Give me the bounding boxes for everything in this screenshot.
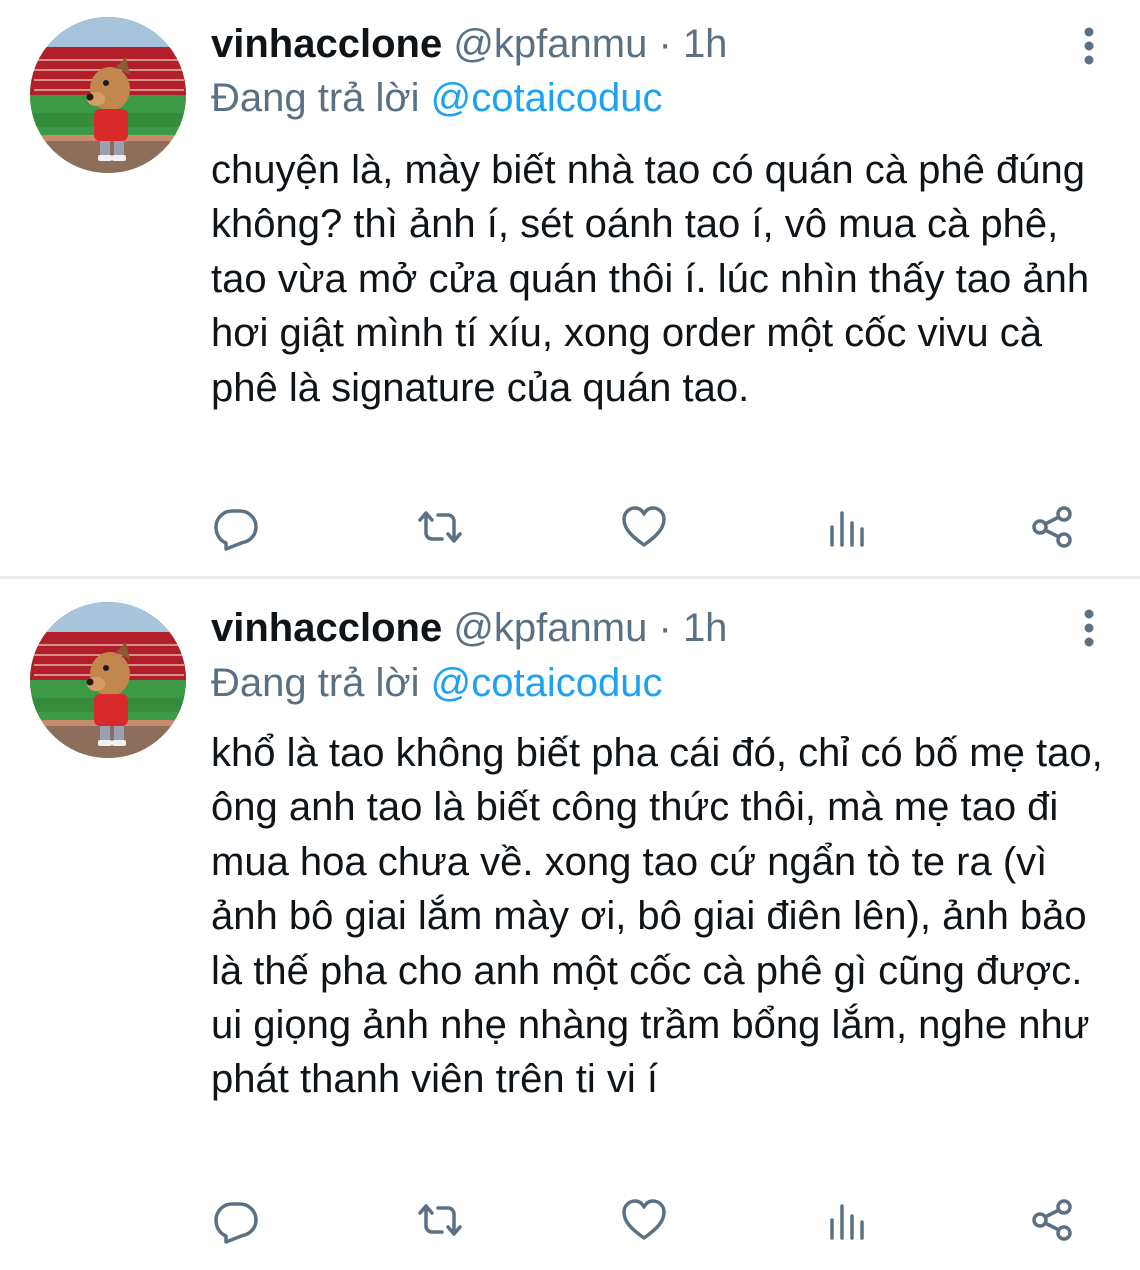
reply-prefix: Đang trả lời: [211, 76, 420, 120]
share-icon: [1032, 506, 1072, 548]
tweet-header: vinhacclone @kpfanmu · 1h: [211, 604, 727, 652]
more-vertical-icon[interactable]: [1072, 606, 1106, 650]
timestamp[interactable]: 1h: [683, 606, 728, 650]
reply-button[interactable]: [206, 1190, 266, 1250]
separator-dot: ·: [658, 22, 672, 66]
reply-prefix: Đang trả lời: [211, 661, 420, 705]
share-button[interactable]: [1022, 1190, 1082, 1250]
reply-mention-link[interactable]: @cotaicoduc: [431, 76, 663, 120]
tweet-actions: [0, 1190, 1140, 1250]
like-button[interactable]: [614, 1190, 674, 1250]
reply-icon: [214, 1202, 258, 1244]
share-icon: [1032, 1199, 1072, 1241]
heart-icon: [622, 1199, 666, 1240]
share-button[interactable]: [1022, 497, 1082, 557]
retweet-button[interactable]: [410, 497, 470, 557]
reply-mention-link[interactable]: @cotaicoduc: [431, 661, 663, 705]
handle[interactable]: @kpfanmu: [453, 606, 647, 650]
analytics-button[interactable]: [818, 497, 878, 557]
more-vertical-icon[interactable]: [1072, 24, 1106, 68]
avatar-image: [30, 602, 186, 758]
display-name[interactable]: vinhacclone: [211, 606, 442, 650]
tweet-actions: [0, 497, 1140, 557]
tweet-text: khổ là tao không biết pha cái đó, chỉ có…: [211, 731, 1103, 1102]
analytics-icon: [830, 511, 864, 547]
retweet-icon: [418, 1204, 462, 1236]
retweet-button[interactable]: [410, 1190, 470, 1250]
avatar[interactable]: [30, 602, 186, 758]
retweet-icon: [418, 511, 462, 543]
like-button[interactable]: [614, 497, 674, 557]
analytics-icon: [830, 1204, 864, 1240]
reply-icon: [214, 509, 258, 551]
display-name[interactable]: vinhacclone: [211, 22, 442, 66]
avatar-image: [30, 17, 186, 173]
separator-dot: ·: [658, 606, 672, 650]
timestamp[interactable]: 1h: [683, 22, 728, 66]
reply-context: Đang trả lời @cotaicoduc: [211, 74, 663, 122]
reply-context: Đang trả lời @cotaicoduc: [211, 659, 663, 707]
analytics-button[interactable]: [818, 1190, 878, 1250]
tweet[interactable]: vinhacclone @kpfanmu · 1h Đang trả lời @…: [0, 0, 1140, 576]
reply-button[interactable]: [206, 497, 266, 557]
heart-icon: [622, 506, 666, 547]
tweet[interactable]: vinhacclone @kpfanmu · 1h Đang trả lời @…: [0, 579, 1140, 1270]
tweet-text: chuyện là, mày biết nhà tao có quán cà p…: [211, 148, 1090, 410]
handle[interactable]: @kpfanmu: [453, 22, 647, 66]
avatar[interactable]: [30, 17, 186, 173]
tweet-header: vinhacclone @kpfanmu · 1h: [211, 20, 727, 68]
